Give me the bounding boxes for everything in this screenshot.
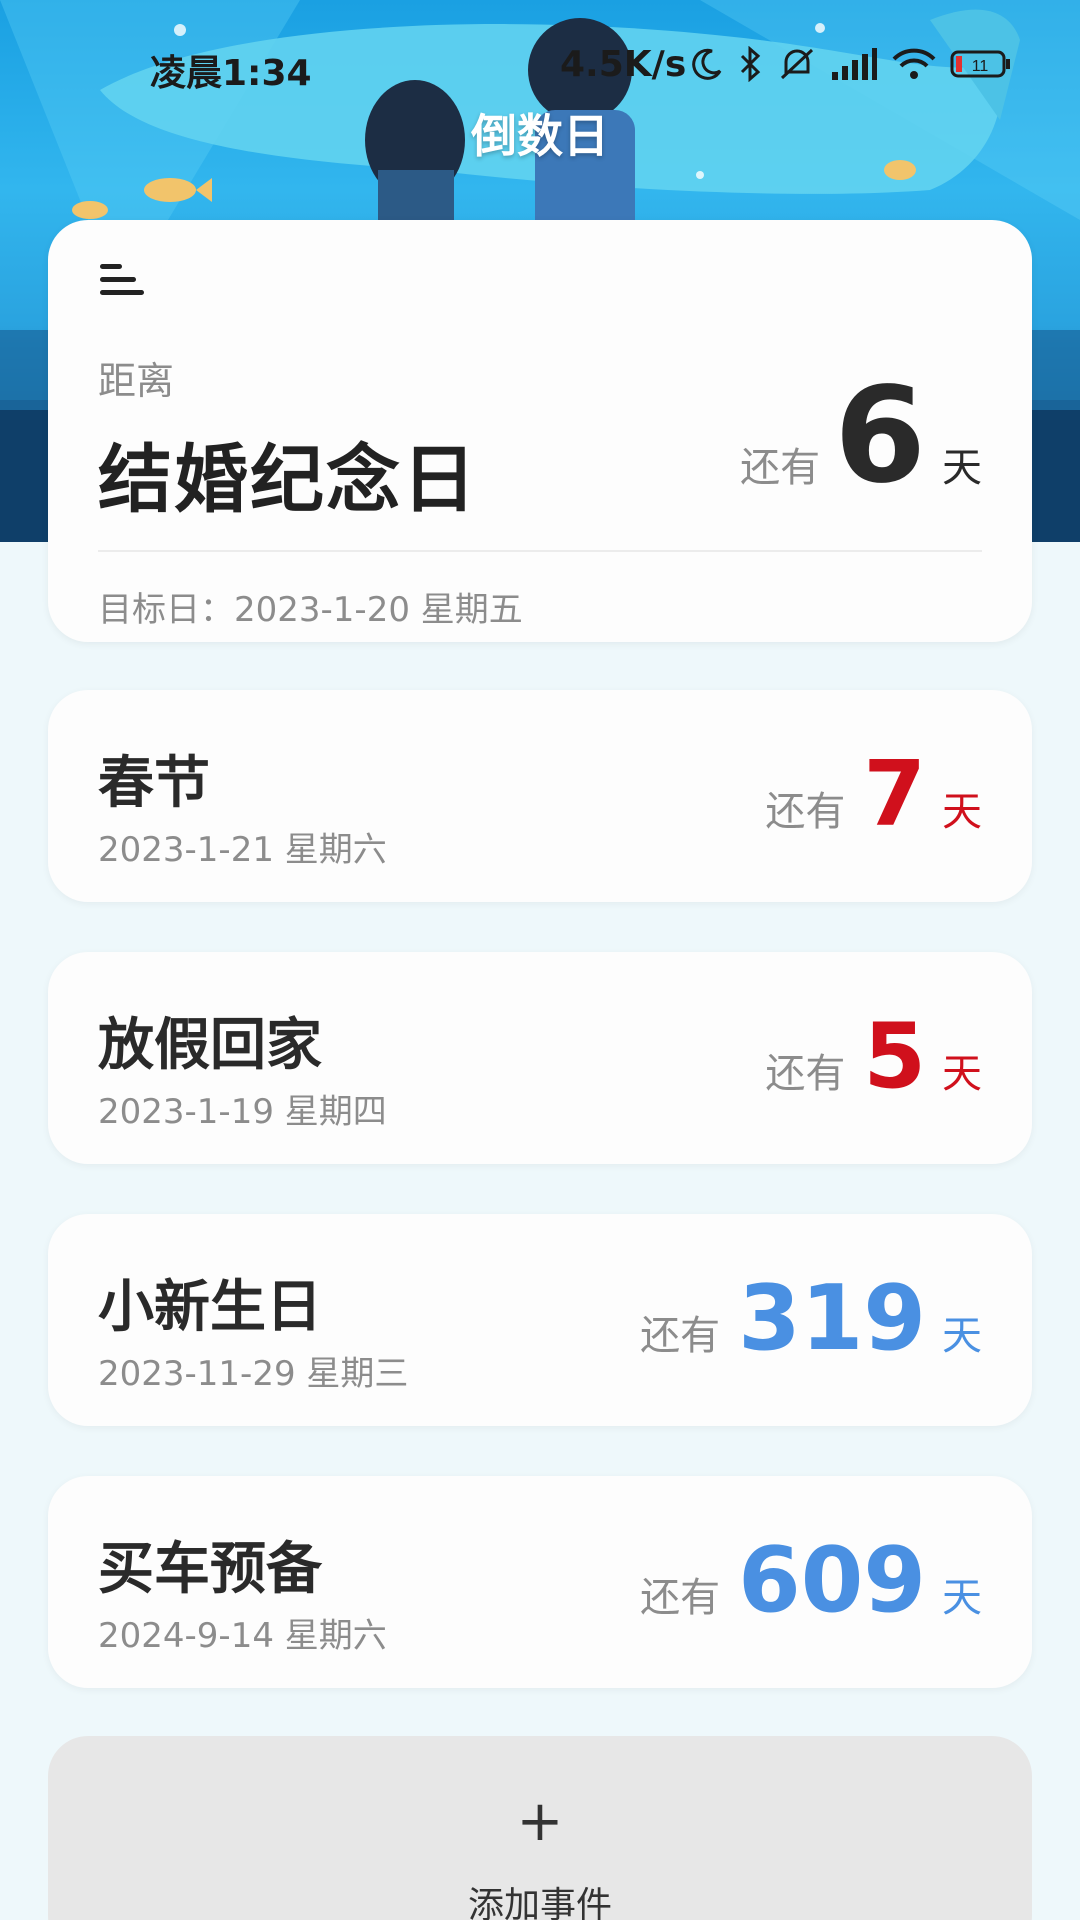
event-days: 319 [738, 1266, 926, 1371]
event-countdown: 还有 5 天 [765, 1012, 982, 1102]
event-prefix: 还有 [765, 1051, 846, 1097]
event-card[interactable]: 买车预备 2024-9-14 星期六 还有 609 天 [48, 1476, 1032, 1688]
battery-icon: 11 [950, 49, 1012, 79]
featured-label: 距离 [98, 359, 175, 403]
event-name: 小新生日 [98, 1275, 322, 1340]
divider [98, 550, 982, 552]
signal-icon [830, 46, 878, 82]
add-event-button[interactable]: + 添加事件 [48, 1736, 1032, 1920]
event-name: 买车预备 [98, 1537, 322, 1602]
event-unit: 天 [942, 1575, 982, 1621]
event-days: 7 [863, 742, 926, 847]
featured-prefix: 还有 [740, 445, 821, 491]
event-days: 5 [863, 1004, 926, 1109]
event-card[interactable]: 放假回家 2023-1-19 星期四 还有 5 天 [48, 952, 1032, 1164]
featured-countdown: 还有 6 天 [740, 370, 982, 502]
event-date: 2024-9-14 星期六 [98, 1616, 387, 1656]
event-date: 2023-1-21 星期六 [98, 830, 387, 870]
event-card[interactable]: 春节 2023-1-21 星期六 还有 7 天 [48, 690, 1032, 902]
add-event-label: 添加事件 [467, 1885, 612, 1920]
event-unit: 天 [942, 1313, 982, 1359]
featured-unit: 天 [942, 445, 982, 491]
event-date: 2023-1-19 星期四 [98, 1092, 387, 1132]
status-bar: 凌晨1:34 4.5K/s 11 [0, 40, 1080, 96]
event-card[interactable]: 小新生日 2023-11-29 星期三 还有 319 天 [48, 1214, 1032, 1426]
plus-icon: + [516, 1789, 564, 1854]
event-prefix: 还有 [765, 789, 846, 835]
event-unit: 天 [942, 789, 982, 835]
event-unit: 天 [942, 1051, 982, 1097]
event-days: 609 [738, 1528, 926, 1633]
event-countdown: 还有 7 天 [765, 750, 982, 840]
event-countdown: 还有 609 天 [640, 1536, 982, 1626]
event-name: 放假回家 [98, 1013, 322, 1078]
mute-icon [778, 46, 816, 82]
wifi-icon [892, 47, 936, 81]
event-prefix: 还有 [640, 1313, 721, 1359]
event-prefix: 还有 [640, 1575, 721, 1621]
menu-icon[interactable] [100, 260, 144, 300]
status-time: 凌晨1:34 [150, 53, 312, 94]
event-countdown: 还有 319 天 [640, 1274, 982, 1364]
featured-days: 6 [834, 359, 926, 513]
event-date: 2023-11-29 星期三 [98, 1354, 409, 1394]
event-name: 春节 [98, 751, 210, 816]
status-icons: 11 [690, 46, 1012, 82]
page-title: 倒数日 [471, 109, 609, 163]
svg-text:11: 11 [972, 58, 989, 75]
network-speed: 4.5K/s [560, 44, 687, 85]
bluetooth-icon [738, 46, 764, 82]
featured-event-card[interactable]: 距离 结婚纪念日 还有 6 天 目标日：2023-1-20 星期五 [48, 220, 1032, 642]
moon-icon [690, 47, 724, 81]
featured-event-name: 结婚纪念日 [98, 437, 478, 523]
featured-target-date: 目标日：2023-1-20 星期五 [98, 590, 523, 630]
